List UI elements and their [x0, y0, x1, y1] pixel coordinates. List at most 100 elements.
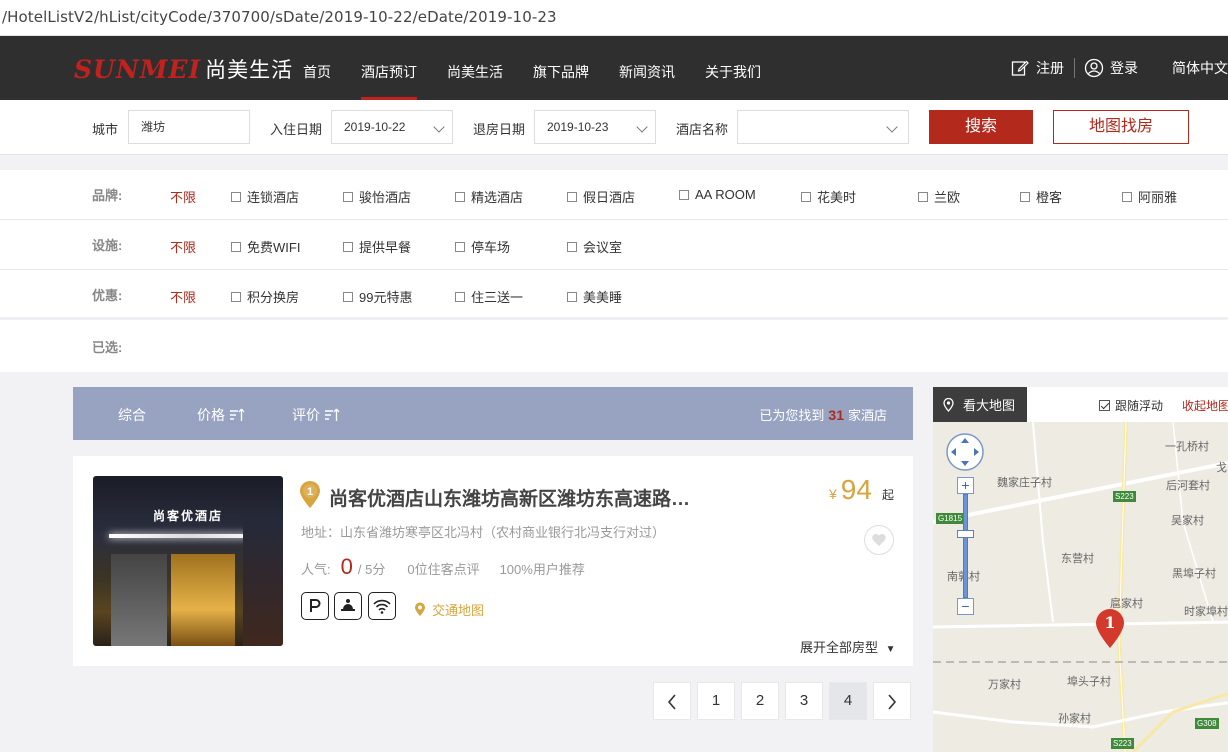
language-switch[interactable]: 简体中文	[1172, 36, 1228, 100]
hotel-name[interactable]: 尚客优酒店山东潍坊高新区潍坊东高速路…	[329, 484, 715, 511]
checkbox[interactable]	[231, 291, 241, 302]
page-button[interactable]: 1	[697, 682, 735, 720]
map-pan-control[interactable]	[945, 432, 985, 472]
zoom-in-button[interactable]: +	[957, 477, 974, 494]
sort-icon	[230, 408, 245, 421]
checkbox[interactable]	[918, 191, 928, 202]
sort-overall[interactable]: 综合	[118, 405, 146, 425]
filter-option-discount[interactable]: 积分换房	[231, 287, 299, 306]
filter-label-selected: 已选:	[92, 340, 123, 355]
filter-any-facility[interactable]: 不限	[170, 237, 196, 256]
expand-rooms-button[interactable]: 展开全部房型 ▼	[800, 637, 896, 656]
favorite-button[interactable]	[864, 525, 894, 555]
review-count: 0位住客点评	[407, 562, 480, 577]
parking-icon	[301, 592, 329, 620]
filter-option-brand[interactable]: 橙客	[1020, 187, 1062, 206]
big-map-button[interactable]: 看大地图	[933, 387, 1027, 422]
prev-page-button[interactable]	[653, 682, 691, 720]
filter-option-label: 骏怡酒店	[359, 190, 412, 205]
checkbox[interactable]	[567, 291, 577, 302]
collapse-map-link[interactable]: 收起地图	[1182, 397, 1228, 414]
filter-any-brand[interactable]: 不限	[170, 187, 196, 206]
filter-option-brand[interactable]: 阿丽雅	[1122, 187, 1177, 206]
filter-option-discount[interactable]: 99元特惠	[343, 287, 412, 306]
checkbox[interactable]	[231, 241, 241, 252]
main-menu: 首页 酒店预订 尚美生活 旗下品牌 新闻资讯 关于我们	[288, 36, 776, 100]
filter-option-brand[interactable]: 连锁酒店	[231, 187, 299, 206]
zoom-slider[interactable]	[963, 494, 968, 598]
checkbox[interactable]	[343, 191, 353, 202]
map-canvas[interactable]: 一孔桥村 戈 魏家庄子村 后河套村 吴家村 东营村 南郭村 黑埠子村 扈家村 时…	[933, 422, 1228, 752]
filter-option-brand[interactable]: AA ROOM	[679, 187, 756, 202]
checkbox[interactable]	[567, 191, 577, 202]
checkbox[interactable]	[567, 241, 577, 252]
register-label: 注册	[1036, 60, 1064, 76]
filter-option-brand[interactable]: 骏怡酒店	[343, 187, 411, 206]
nav-news[interactable]: 新闻资讯	[604, 36, 690, 100]
search-bar: 城市 潍坊 入住日期 2019-10-22 退房日期 2019-10-23 酒店…	[0, 100, 1228, 155]
filter-option-facility[interactable]: 停车场	[455, 237, 510, 256]
page-button[interactable]: 3	[785, 682, 823, 720]
nav-hotel-booking[interactable]: 酒店预订	[346, 36, 432, 100]
sort-price-label: 价格	[197, 407, 225, 423]
map-panel: 看大地图 跟随浮动 收起地图 一孔桥村 戈 魏家庄子村 后河套村 吴家村 东营村…	[933, 387, 1228, 752]
filter-option-facility[interactable]: 提供早餐	[343, 237, 411, 256]
filter-option-brand[interactable]: 花美时	[801, 187, 856, 206]
follow-float-toggle[interactable]: 跟随浮动	[1099, 397, 1163, 414]
checkbox[interactable]	[455, 241, 465, 252]
filter-option-discount[interactable]: 住三送一	[455, 287, 523, 306]
search-button[interactable]: 搜索	[929, 110, 1033, 144]
filter-any-discount[interactable]: 不限	[170, 287, 196, 306]
register-link[interactable]: 注册	[1011, 36, 1064, 100]
filter-option-facility[interactable]: 会议室	[567, 237, 622, 256]
city-input[interactable]: 潍坊	[128, 110, 250, 144]
filter-option-label: 兰欧	[934, 190, 961, 205]
checkbox[interactable]	[801, 191, 811, 202]
address-bar[interactable]: /HotelListV2/hList/cityCode/370700/sDate…	[0, 0, 1228, 36]
nav-about[interactable]: 关于我们	[690, 36, 776, 100]
checkbox[interactable]	[231, 191, 241, 202]
checkbox[interactable]	[1122, 191, 1132, 202]
checkbox[interactable]	[343, 241, 353, 252]
page-button-current[interactable]: 4	[829, 682, 867, 720]
filter-option-label: 住三送一	[471, 290, 524, 305]
location-icon	[415, 602, 425, 616]
checkbox[interactable]	[1020, 191, 1030, 202]
page-button[interactable]: 2	[741, 682, 779, 720]
filter-option-brand[interactable]: 假日酒店	[567, 187, 635, 206]
photo-side	[243, 516, 283, 646]
checkbox-checked[interactable]	[1099, 400, 1110, 411]
checkout-date-select[interactable]: 2019-10-23	[534, 110, 656, 144]
result-prefix: 已为您找到	[759, 408, 825, 423]
big-map-label: 看大地图	[963, 398, 1016, 413]
nav-brands[interactable]: 旗下品牌	[518, 36, 604, 100]
logo[interactable]: SUNMEI 尚美生活	[74, 54, 293, 84]
road-sign: G308	[1195, 718, 1219, 729]
checkbox[interactable]	[343, 291, 353, 302]
filter-option-discount[interactable]: 美美睡	[567, 287, 622, 306]
next-page-button[interactable]	[873, 682, 911, 720]
sort-rating[interactable]: 评价	[292, 405, 340, 425]
nav-sunmei-life[interactable]: 尚美生活	[432, 36, 518, 100]
map-search-button[interactable]: 地图找房	[1053, 110, 1189, 144]
checkbox[interactable]	[455, 191, 465, 202]
hotel-photo[interactable]: 尚客优酒店	[93, 476, 283, 646]
url-text: /HotelListV2/hList/cityCode/370700/sDate…	[2, 8, 557, 26]
nav-home[interactable]: 首页	[288, 36, 346, 100]
checkbox[interactable]	[679, 189, 689, 200]
heart-icon	[872, 534, 886, 546]
checkin-date-select[interactable]: 2019-10-22	[331, 110, 453, 144]
filter-option-label: 花美时	[817, 190, 857, 205]
hotel-name-select[interactable]	[737, 110, 909, 144]
zoom-handle[interactable]	[957, 530, 974, 538]
filter-option-brand[interactable]: 精选酒店	[455, 187, 523, 206]
checkbox[interactable]	[455, 291, 465, 302]
hotel-photo-sign: 尚客优酒店	[152, 509, 223, 523]
transport-map-link[interactable]: 交通地图	[414, 600, 484, 619]
zoom-out-button[interactable]: −	[957, 598, 974, 615]
sort-price[interactable]: 价格	[197, 405, 245, 425]
filter-option-facility[interactable]: 免费WIFI	[231, 237, 300, 256]
photo-door	[111, 554, 167, 646]
login-link[interactable]: 登录	[1084, 36, 1138, 100]
filter-option-brand[interactable]: 兰欧	[918, 187, 960, 206]
